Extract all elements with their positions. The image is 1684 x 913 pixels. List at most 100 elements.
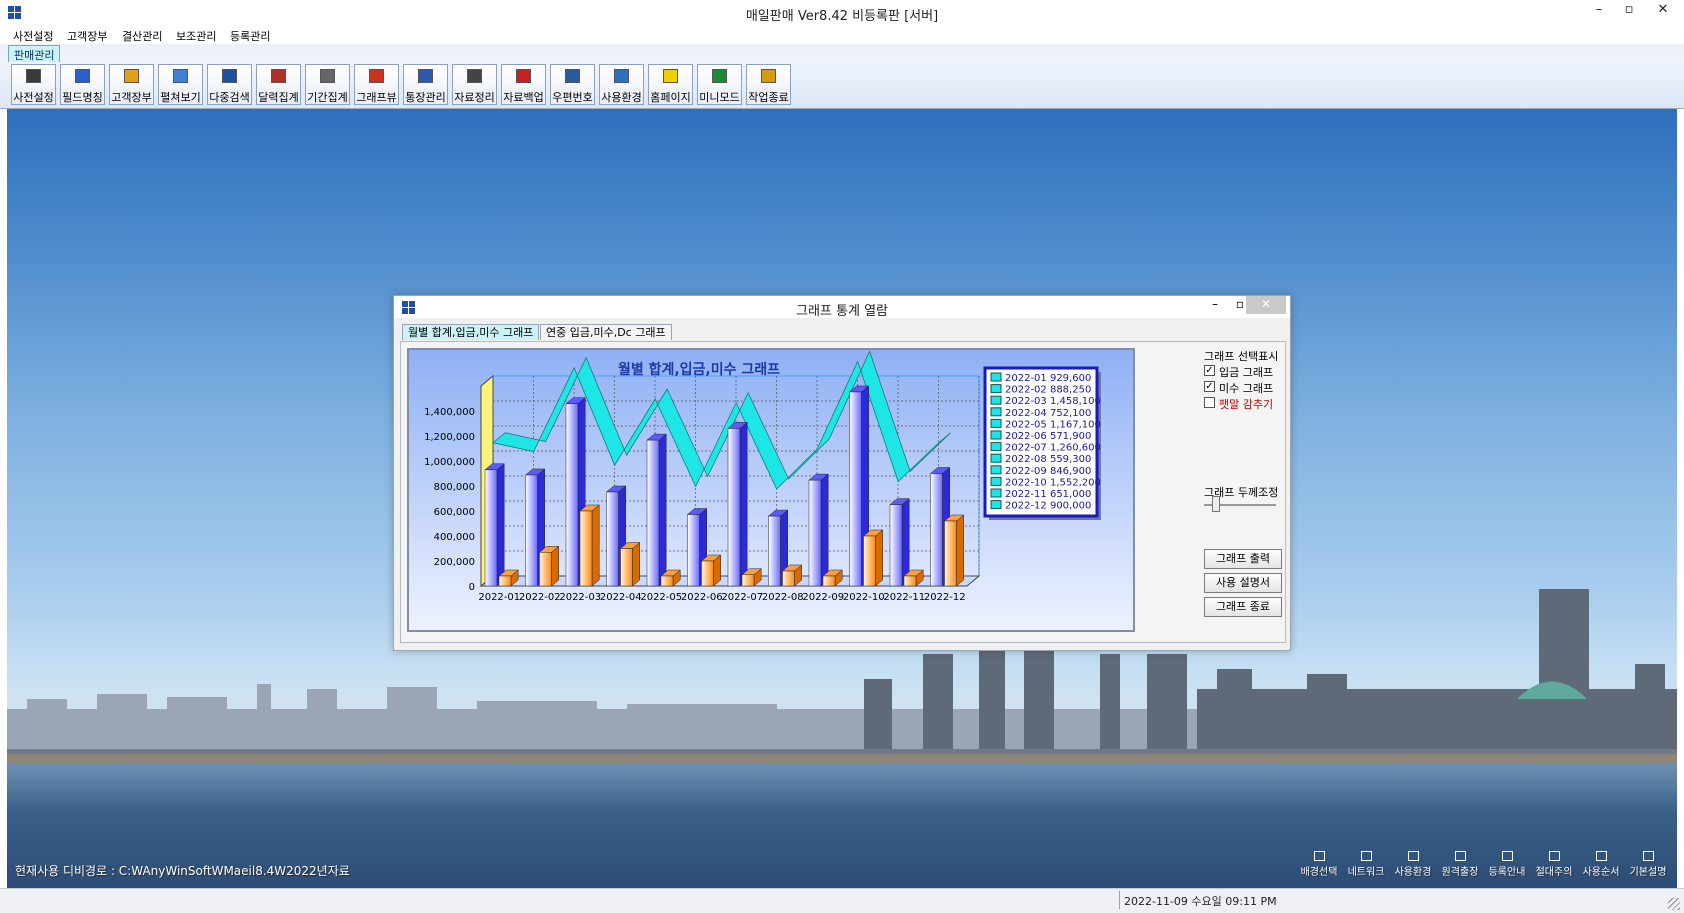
desktop-shortcut-7[interactable]: 기본설명 — [1626, 851, 1670, 878]
y-tick-label: 200,000 — [434, 557, 475, 568]
shortcut-label: 등록안내 — [1488, 867, 1526, 878]
shortcut-label: 절대주의 — [1535, 867, 1573, 878]
toolbar-button-1[interactable]: 필드명칭 — [60, 64, 105, 105]
menu-item-customer-ledger[interactable]: 고객장부 — [67, 28, 107, 44]
user-manual-button[interactable]: 사용 설명서 — [1204, 573, 1282, 593]
legend-entry: 2022-11 651,000 — [1005, 489, 1091, 500]
bar-unpaid — [620, 548, 633, 587]
bar-total — [687, 514, 700, 587]
legend-entry: 2022-10 1,552,200 — [1005, 477, 1101, 488]
document-tab-strip: 판매관리 — [0, 44, 1684, 63]
shortcut-icon — [1501, 851, 1513, 861]
toolbar-button-5[interactable]: 달력집계 — [256, 64, 301, 105]
toolbar-button-2[interactable]: 고객장부 — [109, 64, 154, 105]
legend-entry: 2022-02 888,250 — [1005, 385, 1091, 396]
desktop-shortcut-0[interactable]: 배경선택 — [1297, 851, 1341, 878]
toolbar-button-6[interactable]: 기간집계 — [305, 64, 350, 105]
db-path-text: 현재사용 디비경로 : C:WAnyWinSoftWMaeil8.4W2022년… — [15, 864, 350, 878]
chart-title: 월별 합계,입금,미수 그래프 — [618, 361, 780, 378]
toolbar-button-11[interactable]: 우편번호 — [550, 64, 595, 105]
minimize-button[interactable]: – — [1584, 0, 1614, 22]
tab-monthly-graph[interactable]: 월별 합계,입금,미수 그래프 — [402, 324, 540, 340]
menu-item-presettings[interactable]: 사전설정 — [13, 28, 53, 44]
bar-unpaid — [741, 574, 755, 587]
close-button[interactable]: ✕ — [1648, 0, 1678, 22]
legend-swatch — [990, 500, 1002, 510]
unpaid-graph-checkbox[interactable]: ✓ — [1204, 381, 1215, 392]
print-graph-button[interactable]: 그래프 출력 — [1204, 549, 1282, 569]
legend-swatch — [990, 430, 1002, 440]
toolbar-label: 펼쳐보기 — [160, 91, 201, 104]
toolbar-label: 사전설정 — [13, 91, 54, 104]
resize-grip[interactable] — [1668, 898, 1680, 910]
toolbar-button-14[interactable]: 미니모드 — [697, 64, 742, 105]
legend-swatch — [990, 372, 1002, 382]
bar-total — [565, 403, 579, 587]
x-tick-label: 2022-08 — [762, 592, 804, 603]
x-tick-label: 2022-09 — [802, 592, 844, 603]
doc-tab-sales[interactable]: 판매관리 — [8, 45, 61, 63]
tab-yearly-graph[interactable]: 연중 입금,미수,Dc 그래프 — [540, 324, 672, 340]
toolbar-button-8[interactable]: 통장관리 — [403, 64, 448, 105]
toolbar-button-0[interactable]: 사전설정 — [11, 64, 56, 105]
deposit-graph-checkbox[interactable]: ✓ — [1204, 365, 1215, 376]
desktop-shortcut-5[interactable]: 절대주의 — [1532, 851, 1576, 878]
toolbar-label: 통장관리 — [405, 91, 446, 104]
desktop-shortcut-1[interactable]: 네트워크 — [1344, 851, 1388, 878]
bar-total — [930, 473, 943, 587]
toolbar-button-10[interactable]: 자료백업 — [501, 64, 546, 105]
dialog-minimize-button[interactable]: – — [1202, 296, 1228, 314]
y-tick-label: 1,000,000 — [424, 457, 475, 468]
bar-unpaid — [782, 570, 795, 587]
toolbar-button-4[interactable]: 다중검색 — [207, 64, 252, 105]
status-bar: 2022-11-09 수요일 09:11 PM — [0, 888, 1684, 913]
toolbar-icon-10 — [516, 69, 531, 83]
menu-item-settlement[interactable]: 결산관리 — [122, 28, 162, 44]
toolbar-button-7[interactable]: 그래프뷰 — [354, 64, 399, 105]
menu-item-aux[interactable]: 보조관리 — [176, 28, 216, 44]
x-tick-label: 2022-11 — [883, 592, 925, 603]
close-graph-button[interactable]: 그래프 종료 — [1204, 597, 1282, 617]
graph-select-label: 그래프 선택표시 — [1204, 350, 1279, 363]
maximize-button[interactable]: ▫ — [1614, 0, 1644, 22]
bar-unpaid — [944, 520, 957, 587]
toolbar-button-15[interactable]: 작업종료 — [746, 64, 791, 105]
shortcut-icon — [1548, 851, 1560, 861]
dialog-title: 그래프 통계 열람 — [796, 304, 888, 319]
bar-total-side — [739, 421, 748, 587]
toolbar-label: 기간집계 — [307, 91, 348, 104]
menu-item-registration[interactable]: 등록관리 — [230, 28, 270, 44]
bar-unpaid — [863, 535, 876, 587]
toolbar-button-12[interactable]: 사용환경 — [599, 64, 644, 105]
shortcut-label: 사용환경 — [1394, 867, 1432, 878]
graph-stats-dialog: 그래프 통계 열람 – ▫ ✕ 월별 합계,입금,미수 그래프 연중 입금,미수… — [393, 295, 1291, 651]
toolbar-button-3[interactable]: 펼쳐보기 — [158, 64, 203, 105]
x-tick-label: 2022-10 — [843, 592, 885, 603]
legend-entry: 2022-08 559,300 — [1005, 454, 1091, 465]
x-tick-label: 2022-02 — [519, 592, 561, 603]
bar-unpaid — [822, 575, 836, 587]
toolbar-button-13[interactable]: 홈페이지 — [648, 64, 693, 105]
legend-swatch — [990, 395, 1002, 405]
legend-swatch — [990, 418, 1002, 428]
toolbar-label: 홈페이지 — [650, 91, 691, 104]
desktop-shortcut-4[interactable]: 등록안내 — [1485, 851, 1529, 878]
thickness-slider-thumb[interactable] — [1212, 496, 1220, 512]
desktop-shortcut-2[interactable]: 사용환경 — [1391, 851, 1435, 878]
dialog-close-button[interactable]: ✕ — [1246, 296, 1286, 314]
hide-labels-checkbox[interactable] — [1204, 397, 1215, 408]
bar-total — [484, 469, 498, 587]
shortcut-icon — [1407, 851, 1419, 861]
x-tick-label: 2022-03 — [559, 592, 601, 603]
toolbar-icon-6 — [320, 69, 335, 83]
deposit-graph-label: 입금 그래프 — [1219, 366, 1274, 379]
desktop-shortcut-3[interactable]: 원격출장 — [1438, 851, 1482, 878]
shortcut-icon — [1313, 851, 1325, 861]
toolbar-button-9[interactable]: 자료정리 — [452, 64, 497, 105]
desktop-shortcut-6[interactable]: 사용순서 — [1579, 851, 1623, 878]
legend-entry: 2022-09 846,900 — [1005, 466, 1091, 477]
toolbar-label: 고객장부 — [111, 91, 152, 104]
toolbar-icon-9 — [467, 69, 482, 83]
shortcut-icon — [1642, 851, 1654, 861]
bar-unpaid — [660, 575, 674, 587]
